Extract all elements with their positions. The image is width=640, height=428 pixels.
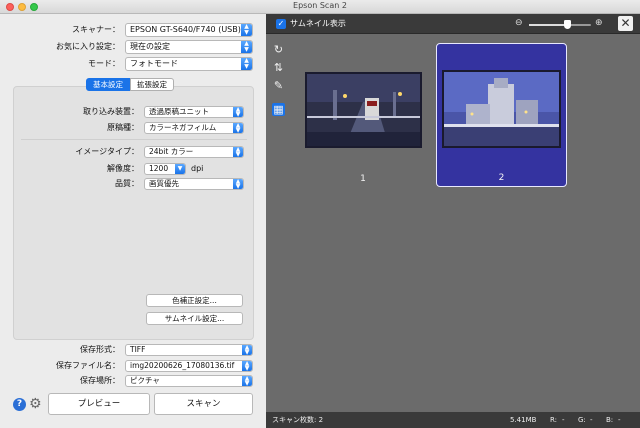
select-arrow-icon: ▲ ▼ [233, 179, 243, 189]
rotate-icon[interactable]: ↻ [272, 43, 285, 56]
settings-panel: スキャナー： EPSON GT-S640/F740 (USB) ▲ ▼ お気に入り… [0, 14, 264, 428]
filename-select[interactable]: img20200626_17080136.tif ▲ ▼ [125, 360, 253, 372]
thumbnail-checkbox-label: サムネイル表示 [290, 19, 346, 28]
source-value: 透過原稿ユニット [149, 107, 209, 116]
thumbnail-image [442, 70, 561, 148]
zoom-out-icon[interactable]: ⊖ [515, 18, 523, 28]
r-value: - [562, 416, 565, 424]
zoom-slider-fill [529, 24, 568, 26]
preview-button[interactable]: プレビュー [48, 393, 150, 415]
tab-basic[interactable]: 基本設定 [86, 78, 130, 91]
scanner-label: スキャナー： [72, 25, 120, 34]
location-value: ピクチャ [130, 376, 160, 385]
thumbnail-number: 2 [498, 173, 505, 183]
b-label: B: [606, 416, 614, 424]
doc-type-label: 原稿種： [107, 123, 139, 132]
preview-panel: ✓ サムネイル表示 ⊖ ⊕ ✕ ↻ ⇅ ✎ ▦ 1 2 スキャン枚数: 2 5.… [266, 14, 640, 428]
mode-value: フォトモード [130, 59, 178, 68]
thumbnail-1[interactable]: 1 [302, 72, 424, 192]
g-value: - [590, 416, 593, 424]
select-arrow-icon: ▲ ▼ [242, 345, 252, 355]
image-mode-icon[interactable]: ▦ [272, 103, 285, 116]
resolution-unit: dpi [191, 164, 204, 173]
chevron-down-icon: ▼ [175, 164, 185, 174]
source-select[interactable]: 透過原稿ユニット ▲ ▼ [144, 106, 244, 118]
scan-count: スキャン枚数: 2 [272, 416, 324, 424]
image-type-label: イメージタイプ： [75, 147, 139, 156]
select-arrow-icon: ▲ ▼ [233, 147, 243, 157]
thumbnail-number: 1 [360, 174, 366, 184]
close-icon[interactable]: ✕ [618, 16, 633, 31]
settings-tabs: 基本設定 拡張設定 [86, 78, 174, 91]
format-label: 保存形式： [80, 345, 120, 354]
thumbnail-2[interactable]: 2 [436, 43, 567, 187]
location-select[interactable]: ピクチャ ▲ ▼ [125, 375, 253, 387]
favorite-value: 現在の設定 [130, 42, 170, 51]
select-arrow-icon: ▲ ▼ [242, 361, 252, 371]
mode-label: モード： [88, 59, 120, 68]
g-label: G: [578, 416, 586, 424]
format-value: TIFF [130, 345, 146, 354]
scanner-select[interactable]: EPSON GT-S640/F740 (USB) ▲ ▼ [125, 23, 253, 37]
select-arrow-icon: ▲ ▼ [233, 107, 243, 117]
scan-button[interactable]: スキャン [154, 393, 253, 415]
select-arrow-icon: ▲ ▼ [241, 58, 252, 70]
scan-window: Epson Scan 2 スキャナー： EPSON GT-S640/F740 (… [0, 0, 640, 428]
zoom-in-icon[interactable]: ⊕ [595, 18, 603, 28]
auto-exposure-icon[interactable]: ✎ [272, 79, 285, 92]
mode-select[interactable]: フォトモード ▲ ▼ [125, 57, 253, 71]
select-arrow-icon: ▲ ▼ [242, 376, 252, 386]
r-label: R: [550, 416, 558, 424]
doc-type-select[interactable]: カラーネガフィルム ▲ ▼ [144, 122, 244, 134]
favorite-select[interactable]: 現在の設定 ▲ ▼ [125, 40, 253, 54]
image-type-value: 24bit カラー [149, 147, 194, 156]
gear-icon[interactable]: ⚙ [29, 397, 44, 412]
resolution-input[interactable]: 1200 ▼ [144, 163, 186, 175]
doc-type-value: カラーネガフィルム [149, 123, 217, 132]
window-title: Epson Scan 2 [293, 1, 347, 10]
filename-label: 保存ファイル名： [56, 361, 120, 370]
thumbnail-checkbox[interactable]: ✓ [276, 19, 286, 29]
flip-icon[interactable]: ⇅ [272, 61, 285, 74]
favorite-label: お気に入り設定： [56, 42, 120, 51]
help-icon[interactable]: ? [13, 398, 26, 411]
quality-value: 画質優先 [149, 179, 179, 188]
select-arrow-icon: ▲ ▼ [233, 123, 243, 133]
source-label: 取り込み装置： [83, 107, 139, 116]
thumbnail-settings-button[interactable]: サムネイル設定... [146, 312, 243, 325]
select-arrow-icon: ▲ ▼ [241, 24, 252, 36]
zoom-slider[interactable] [529, 20, 591, 29]
preview-toolbar: ✓ サムネイル表示 ⊖ ⊕ ✕ [266, 14, 640, 34]
location-label: 保存場所： [80, 376, 120, 385]
image-type-select[interactable]: 24bit カラー ▲ ▼ [144, 146, 244, 158]
color-correction-button[interactable]: 色補正設定... [146, 294, 243, 307]
filename-value: img20200626_17080136.tif [130, 361, 235, 370]
title-bar: Epson Scan 2 [0, 0, 640, 14]
divider [21, 139, 247, 140]
tab-advanced[interactable]: 拡張設定 [130, 78, 174, 91]
status-bar: スキャン枚数: 2 5.41MB R: - G: - B: - [266, 412, 640, 428]
file-size: 5.41MB [510, 416, 537, 424]
select-arrow-icon: ▲ ▼ [241, 41, 252, 53]
scanner-value: EPSON GT-S640/F740 (USB) [130, 25, 241, 34]
b-value: - [618, 416, 621, 424]
quality-label: 品質： [115, 179, 139, 188]
resolution-label: 解像度： [107, 164, 139, 173]
zoom-slider-knob[interactable] [564, 20, 572, 29]
format-select[interactable]: TIFF ▲ ▼ [125, 344, 253, 356]
thumbnail-image [305, 72, 422, 148]
resolution-value: 1200 [149, 164, 169, 173]
quality-select[interactable]: 画質優先 ▲ ▼ [144, 178, 244, 190]
